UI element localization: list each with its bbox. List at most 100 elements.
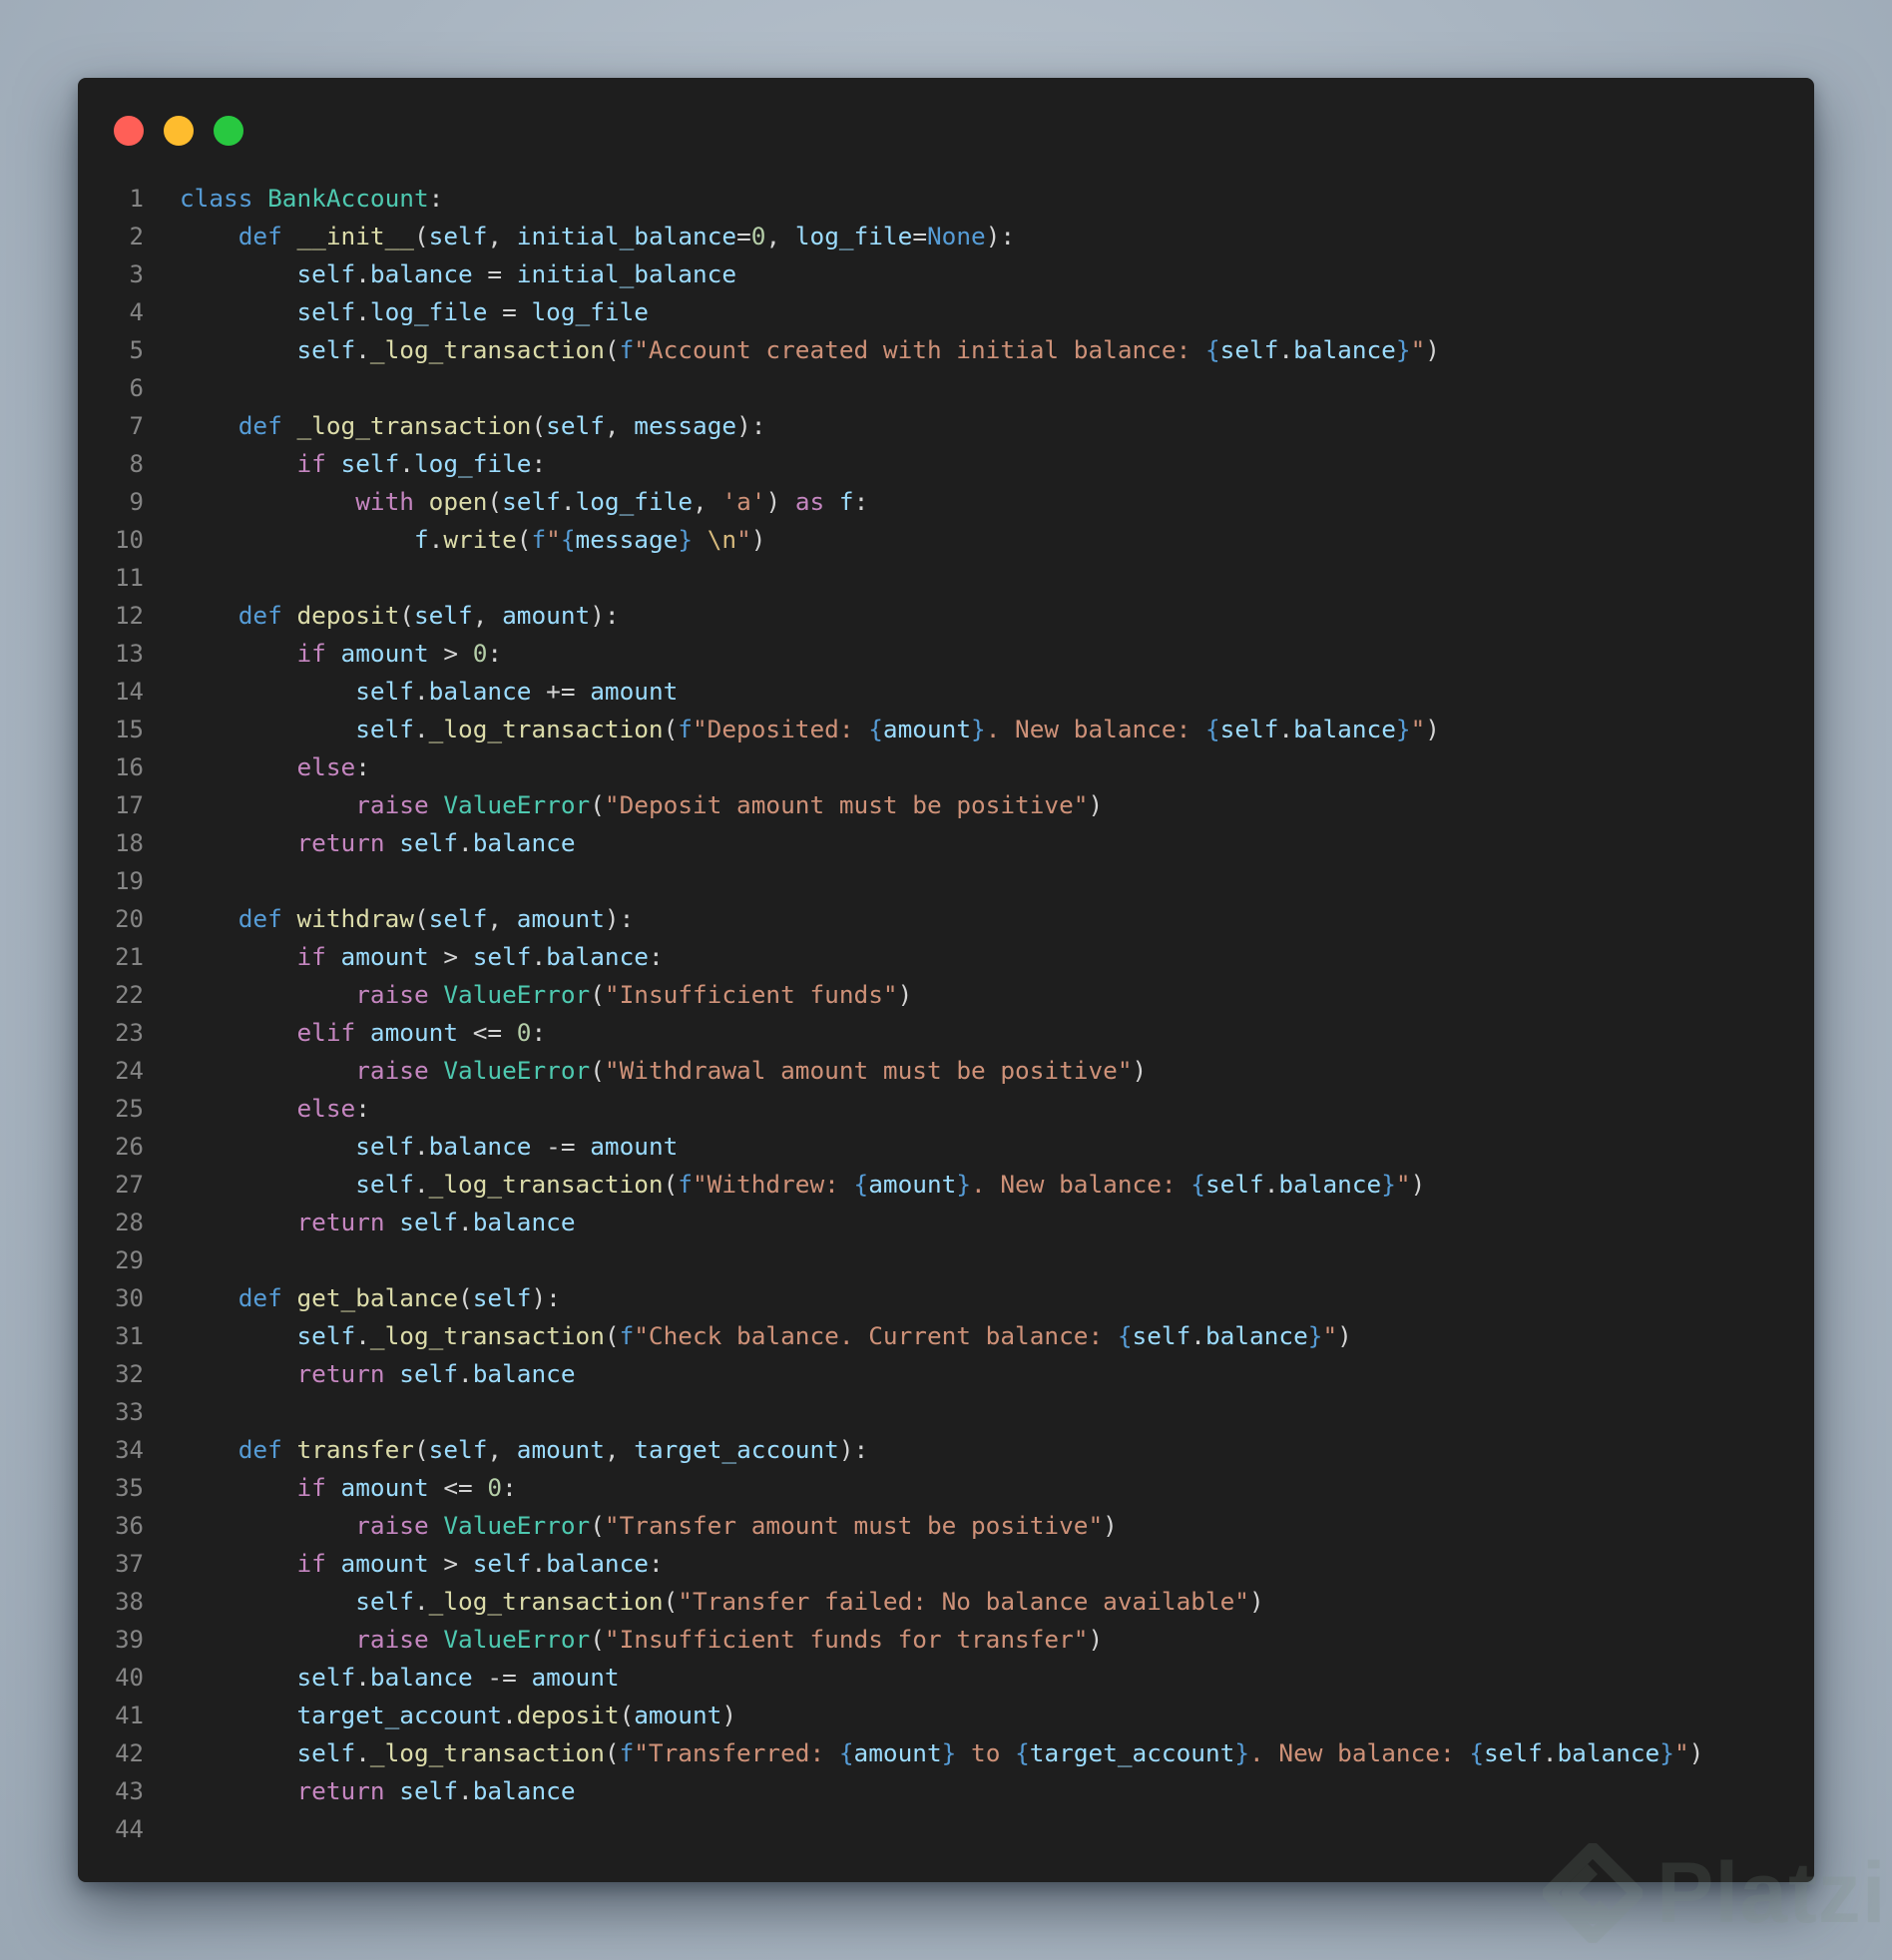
close-button[interactable] <box>114 116 144 146</box>
code-line: 16 else: <box>78 748 1814 786</box>
code-token: { <box>560 525 576 554</box>
code-token: ) <box>721 1701 737 1729</box>
code-token: self <box>1484 1738 1543 1767</box>
code-token: " <box>1673 1738 1689 1767</box>
code-token: , <box>693 487 722 516</box>
code-token: f <box>619 1321 635 1350</box>
platzi-logo-icon <box>1543 1843 1643 1943</box>
code-token: } <box>941 1738 957 1767</box>
code-token: amount <box>868 1170 957 1199</box>
code-line: 6 <box>78 369 1814 407</box>
code-line: 38 self._log_transaction("Transfer faile… <box>78 1583 1814 1621</box>
code-token: balance <box>1204 1321 1308 1350</box>
code-token: self <box>1132 1321 1191 1350</box>
code-token: amount <box>340 942 429 971</box>
code-token: . <box>355 335 370 364</box>
watermark-text: Platzi <box>1656 1844 1887 1941</box>
code-token: ) <box>897 980 913 1009</box>
code-line: 7 def _log_transaction(self, message): <box>78 407 1814 445</box>
code-token: > <box>428 639 473 668</box>
code-line: 30 def get_balance(self): <box>78 1279 1814 1317</box>
code-token: balance <box>472 1359 576 1388</box>
code-token: "Transferred: <box>634 1738 839 1767</box>
code-token: : <box>648 942 664 971</box>
code-line: 14 self.balance += amount <box>78 673 1814 711</box>
code-line: 4 self.log_file = log_file <box>78 293 1814 331</box>
line-number: 8 <box>129 450 144 478</box>
code-token: ValueError <box>443 1056 591 1085</box>
code-text: raise ValueError("Insufficient funds for… <box>180 1621 1103 1659</box>
code-token: "Transfer failed: No balance available" <box>678 1587 1249 1616</box>
code-token: = <box>912 222 927 250</box>
code-token: : <box>502 1473 517 1502</box>
code-token: target_account <box>296 1701 503 1729</box>
code-token: > <box>428 942 473 971</box>
code-token: log_file <box>413 449 532 478</box>
line-number: 32 <box>115 1360 144 1388</box>
code-token: . <box>355 259 370 288</box>
maximize-button[interactable] <box>214 116 243 146</box>
code-text: self.log_file = log_file <box>180 293 648 331</box>
code-text: self._log_transaction(f"Check balance. C… <box>180 1317 1351 1355</box>
code-token: initial_balance <box>516 222 737 250</box>
platzi-watermark: Platzi <box>1543 1838 1886 1948</box>
code-token: amount <box>882 715 971 743</box>
code-text: target_account.deposit(amount) <box>180 1697 736 1734</box>
code-token: ) <box>1103 1511 1118 1540</box>
code-line: 33 <box>78 1393 1814 1431</box>
code-text: return self.balance <box>180 1355 576 1393</box>
code-line: 32 return self.balance <box>78 1355 1814 1393</box>
line-number: 42 <box>115 1739 144 1767</box>
code-token: . <box>413 1132 429 1161</box>
code-token: def <box>237 601 282 630</box>
window-controls <box>114 116 243 148</box>
code-text: def get_balance(self): <box>180 1279 561 1317</box>
code-token: ( <box>619 1701 635 1729</box>
code-text: if amount > 0: <box>180 635 502 673</box>
code-token: : <box>531 449 547 478</box>
code-token: . <box>531 1549 547 1578</box>
code-token: self <box>472 1549 532 1578</box>
code-token: 0 <box>750 222 766 250</box>
code-token: balance <box>428 1132 532 1161</box>
code-token: ) <box>1688 1738 1704 1767</box>
code-token: . <box>399 449 414 478</box>
code-line: 39 raise ValueError("Insufficient funds … <box>78 1621 1814 1659</box>
code-token: . <box>428 525 444 554</box>
code-token: { <box>1117 1321 1133 1350</box>
line-number: 28 <box>115 1209 144 1236</box>
code-line: 31 self._log_transaction(f"Check balance… <box>78 1317 1814 1355</box>
code-token: ( <box>604 335 620 364</box>
code-token: __init__ <box>296 222 414 250</box>
code-token: += <box>531 677 591 706</box>
code-token: with <box>355 487 414 516</box>
code-editor[interactable]: 1 class BankAccount: 2 def __init__(self, … <box>78 180 1814 1848</box>
code-text: else: <box>180 748 369 786</box>
code-token: def <box>237 904 282 933</box>
code-token: ( <box>590 980 605 1009</box>
code-token: <= <box>428 1473 488 1502</box>
code-token: class <box>180 184 253 213</box>
code-token: self <box>355 1587 414 1616</box>
code-token: elif <box>296 1018 356 1047</box>
code-token: amount <box>369 1018 459 1047</box>
code-token: } <box>678 525 693 554</box>
code-token: ( <box>590 1625 605 1654</box>
minimize-button[interactable] <box>164 116 194 146</box>
code-token: amount <box>634 1701 722 1729</box>
code-text: def transfer(self, amount, target_accoun… <box>180 1431 869 1469</box>
code-token: ( <box>590 790 605 819</box>
code-token: "Withdrawal amount must be positive" <box>604 1056 1133 1085</box>
